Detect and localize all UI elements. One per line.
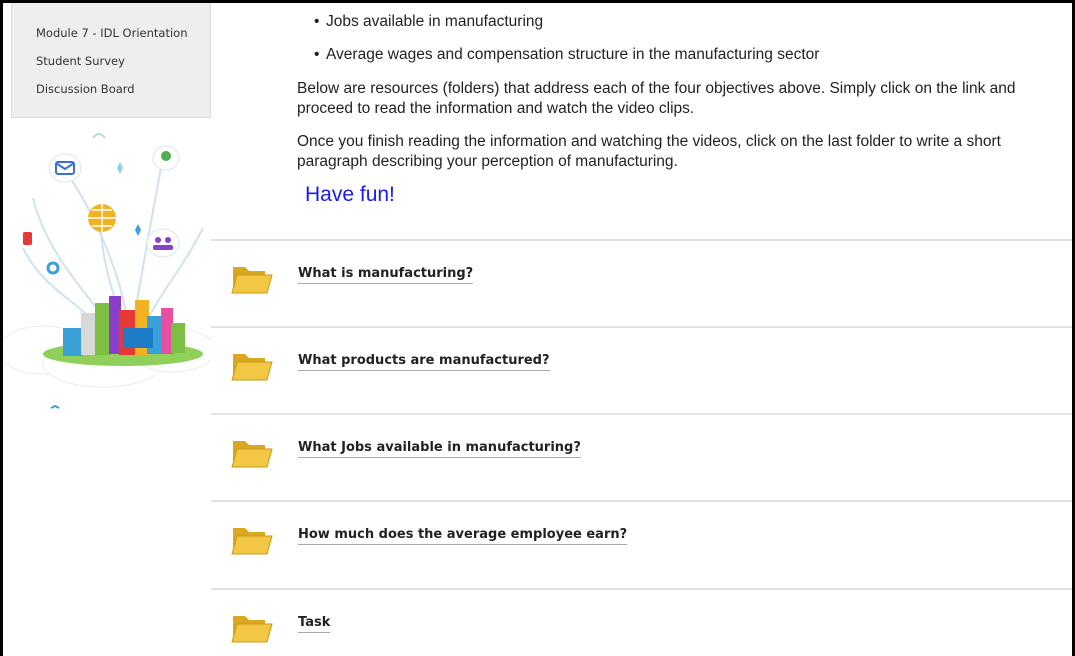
course-sidebar: Module 7 - IDL Orientation Student Surve…: [3, 3, 211, 656]
objective-bullet: Average wages and compensation structure…: [314, 46, 819, 64]
chat-icon: [152, 145, 180, 171]
have-fun-text: Have fun!: [305, 183, 395, 206]
people-icon: [146, 228, 180, 258]
folder-row: What Jobs available in manufacturing?: [211, 413, 1072, 499]
folder-link-products[interactable]: What products are manufactured?: [298, 353, 550, 371]
main-content: Jobs available in manufacturing Average …: [211, 3, 1072, 656]
course-menu: Module 7 - IDL Orientation Student Surve…: [11, 3, 211, 118]
folder-row: Task: [211, 588, 1072, 656]
folder-link-what-is-manufacturing[interactable]: What is manufacturing?: [298, 266, 474, 284]
folder-icon: [231, 441, 273, 468]
folder-icon: [231, 354, 273, 381]
folder-icon: [231, 267, 273, 294]
folder-link-average-earnings[interactable]: How much does the average employee earn?: [298, 527, 628, 545]
folder-row: How much does the average employee earn?: [211, 500, 1072, 586]
instructions-paragraph: Once you finish reading the information …: [297, 133, 1001, 170]
menu-item-module-7[interactable]: Module 7 - IDL Orientation: [36, 26, 187, 40]
objective-bullet: Jobs available in manufacturing: [314, 13, 543, 31]
folder-link-task[interactable]: Task: [298, 615, 331, 633]
instructions-paragraph: Below are resources (folders) that addre…: [297, 80, 1016, 117]
mail-icon: [48, 153, 82, 183]
folder-row: What is manufacturing?: [211, 239, 1072, 325]
folder-row: What products are manufactured?: [211, 326, 1072, 412]
folder-link-jobs[interactable]: What Jobs available in manufacturing?: [298, 440, 581, 458]
globe-icon: [88, 204, 116, 232]
folder-icon: [231, 528, 273, 555]
phone-icon: [23, 232, 32, 245]
folder-icon: [231, 616, 273, 643]
decorative-city-illustration: [3, 133, 211, 409]
menu-item-discussion-board[interactable]: Discussion Board: [36, 82, 135, 96]
menu-item-student-survey[interactable]: Student Survey: [36, 54, 125, 68]
